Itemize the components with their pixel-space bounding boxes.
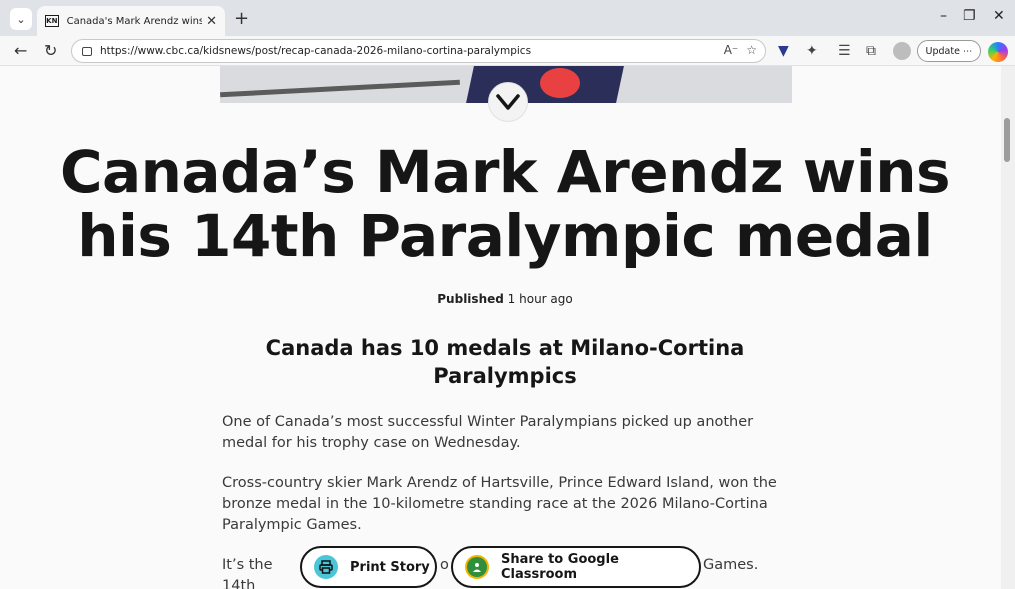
shield-extension-icon[interactable]: ▼ [778, 43, 789, 59]
tab-title: Canada's Mark Arendz wins his 14 [66, 15, 203, 27]
read-aloud-icon[interactable]: A⁻ [724, 43, 739, 57]
restore-icon[interactable]: ❐ [963, 8, 976, 24]
url-input[interactable]: https://www.cbc.ca/kidsnews/post/recap-c… [71, 39, 766, 63]
browser-tab[interactable]: KN Canada's Mark Arendz wins his 14 ✕ [37, 6, 225, 36]
close-tab-icon[interactable]: ✕ [206, 14, 217, 29]
article-headline: Canada’s Mark Arendz wins his 14th Paral… [10, 140, 1000, 268]
minimize-icon[interactable]: – [940, 8, 947, 24]
profile-avatar[interactable] [893, 42, 911, 60]
scroll-thumb[interactable] [1004, 118, 1010, 162]
address-bar-row: ← ↻ https://www.cbc.ca/kidsnews/post/rec… [0, 36, 1015, 66]
more-menu-icon[interactable]: ⋯ [963, 46, 973, 57]
google-classroom-icon [465, 555, 489, 579]
published-info: Published 1 hour ago [10, 292, 1000, 306]
refresh-icon[interactable]: ↻ [44, 41, 57, 60]
published-time: 1 hour ago [507, 292, 573, 306]
headline-line-1: Canada’s Mark Arendz wins [59, 138, 951, 206]
article-paragraph: One of Canada’s most successful Winter P… [222, 414, 754, 451]
article-paragraph-partial: It’s the 14th [222, 557, 273, 589]
article-subhead: Canada has 10 medals at Milano-Cortina P… [265, 336, 745, 388]
headline-line-2: his 14th Paralympic medal [77, 202, 933, 270]
share-google-classroom-button[interactable]: Share to Google Classroom [451, 546, 701, 588]
back-arrow-icon[interactable]: ← [14, 41, 27, 60]
scroll-down-chevron-icon[interactable] [488, 82, 528, 122]
tab-actions-chevron-icon[interactable]: ⌄ [10, 8, 32, 30]
article-paragraph-partial: Games. [703, 557, 759, 573]
new-tab-icon[interactable]: + [234, 8, 249, 29]
favorites-list-icon[interactable]: ☰ [838, 43, 851, 59]
tab-bar: ⌄ KN Canada's Mark Arendz wins his 14 ✕ … [0, 0, 1015, 36]
close-window-icon[interactable]: ✕ [993, 8, 1005, 24]
kids-news-favicon-icon: KN [45, 15, 59, 27]
url-text: https://www.cbc.ca/kidsnews/post/recap-c… [100, 45, 532, 57]
page-scrollbar[interactable] [1001, 66, 1015, 589]
collections-icon[interactable]: ⧉ [866, 43, 876, 59]
print-story-button[interactable]: Print Story [300, 546, 437, 588]
extensions-icon[interactable]: ✦ [806, 43, 818, 59]
print-story-label: Print Story [350, 559, 430, 575]
printer-icon [314, 555, 338, 579]
copilot-icon[interactable] [988, 42, 1008, 62]
lock-icon [82, 46, 92, 56]
update-label: Update [925, 45, 960, 57]
share-google-classroom-label: Share to Google Classroom [500, 552, 619, 582]
published-label: Published [437, 292, 504, 306]
update-button[interactable]: Update ⋯ [917, 40, 981, 62]
article-paragraph: Cross-country skier Mark Arendz of Harts… [222, 475, 777, 533]
page-content: Canada’s Mark Arendz wins his 14th Paral… [10, 66, 1000, 589]
favorite-star-icon[interactable]: ☆ [746, 43, 757, 57]
